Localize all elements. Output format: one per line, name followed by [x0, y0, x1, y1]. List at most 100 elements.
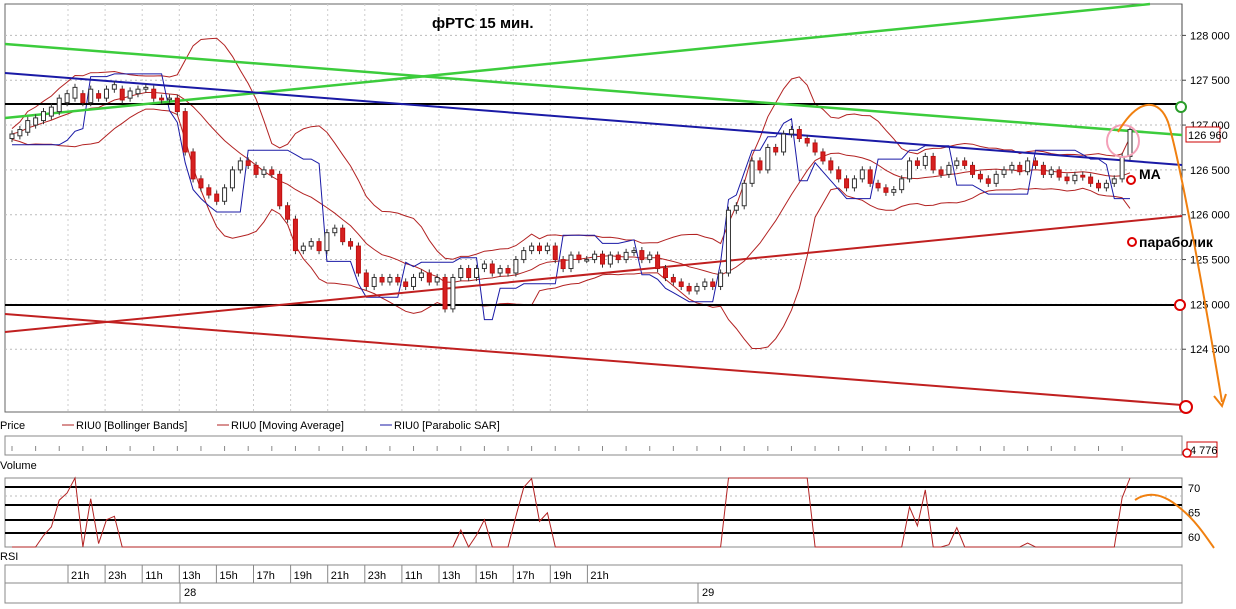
candle-body [560, 259, 566, 270]
time-tick-label: 21h [590, 570, 608, 582]
candle-body [812, 142, 818, 153]
candle-body [1033, 160, 1039, 166]
time-tick-label: 21h [331, 570, 349, 582]
candle-body [182, 111, 188, 153]
candle-body [1096, 182, 1102, 189]
price-tick-label: 127 500 [1190, 75, 1230, 87]
candle-body [1056, 169, 1062, 178]
level-marker-green [1175, 101, 1187, 113]
candle-body [718, 272, 724, 287]
candle-body [190, 151, 196, 180]
candle-body [348, 241, 354, 247]
time-tick-label: 13h [442, 570, 460, 582]
time-tick-label: 17h [257, 570, 275, 582]
candle-body [584, 259, 590, 262]
candle-body [599, 253, 605, 265]
candle-body [166, 97, 172, 101]
candle-body [938, 169, 944, 175]
time-tick-label: 23h [368, 570, 386, 582]
candle-body [1025, 160, 1031, 173]
candle-body [127, 90, 133, 99]
candle-body [40, 111, 46, 122]
annotation-parabolic: параболик [1139, 234, 1214, 250]
candle-body [851, 178, 857, 189]
legend-price: Price [0, 420, 25, 432]
annotation-ma-marker [1126, 175, 1136, 185]
candle-body [497, 268, 503, 274]
candle-body [1040, 164, 1046, 175]
candle-body [820, 151, 826, 162]
candle-body [962, 160, 968, 166]
candle-body [544, 245, 550, 252]
candle-body [537, 245, 543, 252]
candle-body [733, 205, 739, 211]
candle-body [64, 93, 70, 104]
candle-body [371, 276, 377, 287]
candle-body [757, 160, 763, 171]
candle-body [592, 253, 598, 261]
level-marker-support [1174, 299, 1186, 311]
candle-body [836, 169, 842, 180]
candle-body [363, 272, 369, 287]
candle-body [474, 268, 480, 278]
rsi-tick-label: 60 [1188, 532, 1200, 544]
candle-body [1017, 164, 1023, 173]
candle-body [505, 268, 511, 274]
candle-body [970, 164, 976, 175]
candle-body [662, 268, 668, 278]
candle-body [1111, 178, 1117, 184]
candle-body [576, 254, 582, 261]
candle-body [521, 250, 527, 261]
rsi-label: RSI [0, 551, 18, 563]
candle-body [859, 169, 865, 180]
candle-body [434, 276, 440, 283]
candle-body [332, 227, 338, 234]
candle-body [1103, 182, 1109, 189]
time-tick-label: 15h [219, 570, 237, 582]
candle-body [222, 187, 228, 202]
candle-body [1088, 176, 1094, 184]
candle-body [25, 120, 31, 133]
candle-body [623, 251, 629, 261]
candle-body [914, 160, 920, 166]
candle-body [214, 193, 220, 202]
candle-body [615, 254, 621, 261]
candle-body [206, 187, 212, 196]
candle-body [639, 250, 645, 261]
candle-body [285, 205, 291, 220]
candle-body [237, 160, 243, 171]
annotation-parabolic-marker [1127, 237, 1137, 247]
candle-body [702, 281, 708, 287]
candle-body [355, 245, 361, 274]
candle-body [694, 285, 700, 292]
rsi-marker [1182, 448, 1192, 458]
candle-body [151, 88, 157, 99]
candle-body [741, 182, 747, 207]
time-tick-label: 13h [182, 570, 200, 582]
candle-body [111, 84, 117, 90]
legend-bollinger: RIU0 [Bollinger Bands] [76, 420, 187, 432]
candle-body [907, 160, 913, 180]
candle-body [316, 241, 322, 252]
price-tick-label: 124 500 [1190, 344, 1230, 356]
candle-body [96, 93, 102, 99]
legend: Price RIU0 [Bollinger Bands] RIU0 [Movin… [0, 420, 500, 432]
candle-body [340, 227, 346, 243]
candle-body [33, 117, 39, 126]
candle-body [891, 189, 897, 193]
candle-body [875, 182, 881, 189]
candle-body [103, 88, 109, 99]
time-tick-label: 19h [294, 570, 312, 582]
candle-body [796, 129, 802, 140]
candle-body [308, 241, 314, 247]
time-tick-label: 17h [516, 570, 534, 582]
candle-body [411, 276, 417, 287]
time-tick-label: 11h [145, 570, 163, 582]
candle-body [403, 281, 409, 287]
time-tick-label: 19h [553, 570, 571, 582]
candle-body [946, 164, 952, 175]
time-tick-label: 23h [108, 570, 126, 582]
candle-body [253, 164, 259, 175]
candle-body [765, 146, 771, 171]
candle-body [930, 155, 936, 171]
